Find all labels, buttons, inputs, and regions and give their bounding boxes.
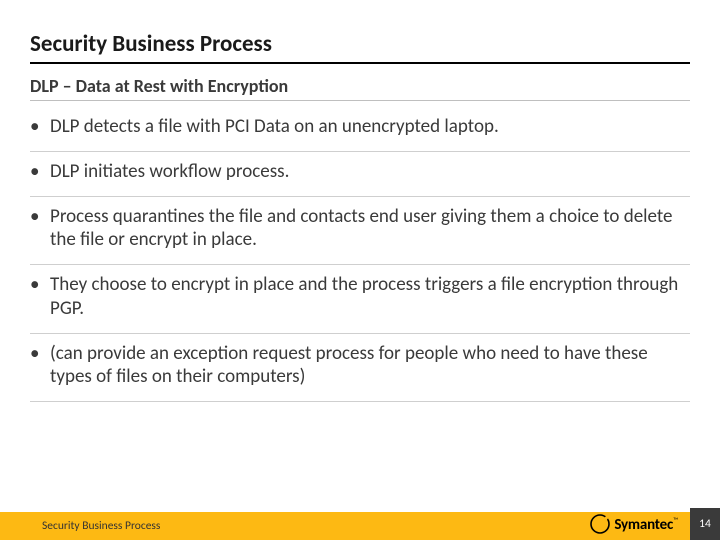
list-item: • They choose to encrypt in place and th… bbox=[30, 273, 690, 329]
bullet-icon: • bbox=[30, 115, 48, 139]
footer: Security Business Process Symantec™ 14 bbox=[0, 506, 720, 540]
bullet-text: (can provide an exception request proces… bbox=[48, 342, 690, 390]
list-item: • (can provide an exception request proc… bbox=[30, 342, 690, 398]
list-item: • DLP initiates workflow process. bbox=[30, 160, 690, 192]
bullet-icon: • bbox=[30, 205, 48, 229]
brand-logo: Symantec™ bbox=[590, 510, 678, 538]
title-underline bbox=[30, 62, 690, 64]
slide-title: Security Business Process bbox=[30, 30, 272, 58]
divider bbox=[30, 196, 690, 197]
footer-text: Security Business Process bbox=[42, 519, 160, 533]
bullet-text: Process quarantines the file and contact… bbox=[48, 205, 690, 253]
bullet-text: DLP initiates workflow process. bbox=[48, 160, 690, 184]
list-item: • Process quarantines the file and conta… bbox=[30, 205, 690, 261]
bullet-icon: • bbox=[30, 160, 48, 184]
subtitle-underline bbox=[30, 100, 690, 101]
list-item: • DLP detects a file with PCI Data on an… bbox=[30, 115, 690, 147]
trademark-icon: ™ bbox=[673, 515, 678, 524]
brand-name: Symantec bbox=[614, 516, 673, 534]
bullet-text: They choose to encrypt in place and the … bbox=[48, 273, 690, 321]
checkmark-circle-icon bbox=[590, 514, 610, 534]
divider bbox=[30, 264, 690, 265]
bullet-icon: • bbox=[30, 273, 48, 297]
divider bbox=[30, 151, 690, 152]
bullet-icon: • bbox=[30, 342, 48, 366]
slide-subtitle: DLP – Data at Rest with Encryption bbox=[30, 75, 288, 97]
bullet-list: • DLP detects a file with PCI Data on an… bbox=[30, 115, 690, 410]
divider bbox=[30, 401, 690, 402]
bullet-text: DLP detects a file with PCI Data on an u… bbox=[48, 115, 690, 139]
slide: Security Business Process DLP – Data at … bbox=[0, 0, 720, 540]
divider bbox=[30, 333, 690, 334]
page-number: 14 bbox=[690, 508, 720, 540]
